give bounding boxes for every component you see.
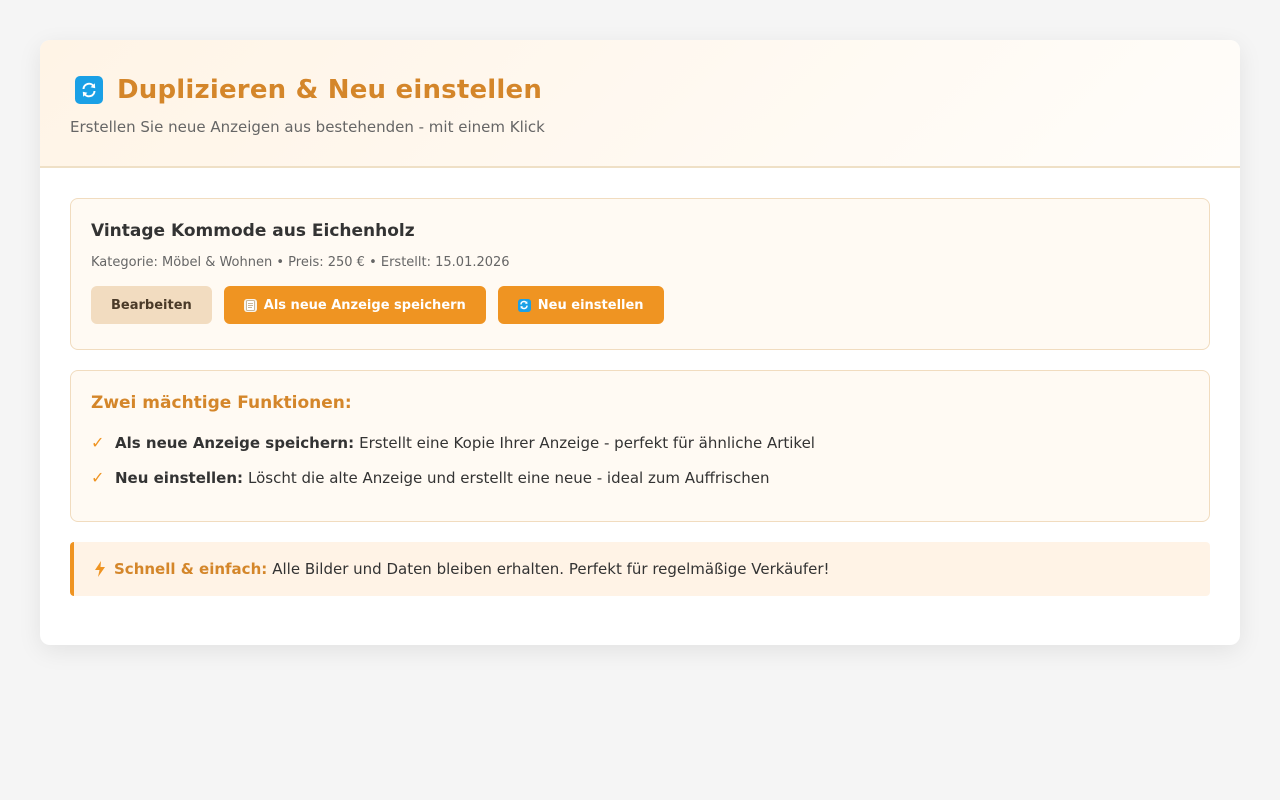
- feature-label: Neu einstellen:: [115, 468, 244, 487]
- ad-meta: Kategorie: Möbel & Wohnen • Preis: 250 €…: [91, 255, 510, 270]
- checkmark-icon: ✓: [91, 433, 105, 452]
- page-title: Duplizieren & Neu einstellen: [117, 75, 543, 105]
- feature-label: Als neue Anzeige speichern:: [115, 433, 355, 452]
- edit-button[interactable]: Bearbeiten: [91, 286, 212, 324]
- refresh-icon: [517, 298, 531, 312]
- lightning-icon: [94, 561, 106, 577]
- title-row: Duplizieren & Neu einstellen: [70, 74, 1210, 106]
- save-as-new-button[interactable]: Als neue Anzeige speichern: [223, 286, 486, 324]
- save-as-new-button-label: Als neue Anzeige speichern: [263, 297, 466, 313]
- document-icon: [243, 298, 257, 312]
- page-subtitle: Erstellen Sie neue Anzeigen aus bestehen…: [70, 118, 545, 136]
- ad-preview: Vintage Kommode aus Eichenholz Kategorie…: [70, 198, 1210, 350]
- features-box: Zwei mächtige Funktionen: ✓ Als neue Anz…: [70, 370, 1210, 522]
- checkmark-icon: ✓: [91, 468, 105, 487]
- repost-button[interactable]: Neu einstellen: [497, 286, 664, 324]
- feature-text: Löscht die alte Anzeige und erstellt ein…: [248, 468, 770, 487]
- edit-button-label: Bearbeiten: [111, 297, 192, 313]
- card-content: Vintage Kommode aus Eichenholz Kategorie…: [40, 168, 1240, 626]
- card-header: Duplizieren & Neu einstellen Erstellen S…: [40, 40, 1240, 168]
- feature-text: Erstellt eine Kopie Ihrer Anzeige - perf…: [359, 433, 815, 452]
- duplicate-card: Duplizieren & Neu einstellen Erstellen S…: [40, 40, 1240, 645]
- feature-item: ✓ Neu einstellen: Löscht die alte Anzeig…: [91, 468, 1189, 487]
- refresh-icon: [75, 76, 103, 104]
- features-title: Zwei mächtige Funktionen:: [91, 393, 352, 413]
- ad-title: Vintage Kommode aus Eichenholz: [91, 221, 415, 241]
- feature-item: ✓ Als neue Anzeige speichern: Erstellt e…: [91, 433, 1189, 452]
- repost-button-label: Neu einstellen: [537, 297, 644, 313]
- tip-text: Alle Bilder und Daten bleiben erhalten. …: [272, 560, 830, 578]
- tip-banner: Schnell & einfach: Alle Bilder und Daten…: [70, 542, 1210, 596]
- ad-actions: Bearbeiten Als neue Anzeige speichern Ne…: [91, 286, 1189, 324]
- tip-label: Schnell & einfach:: [114, 560, 268, 578]
